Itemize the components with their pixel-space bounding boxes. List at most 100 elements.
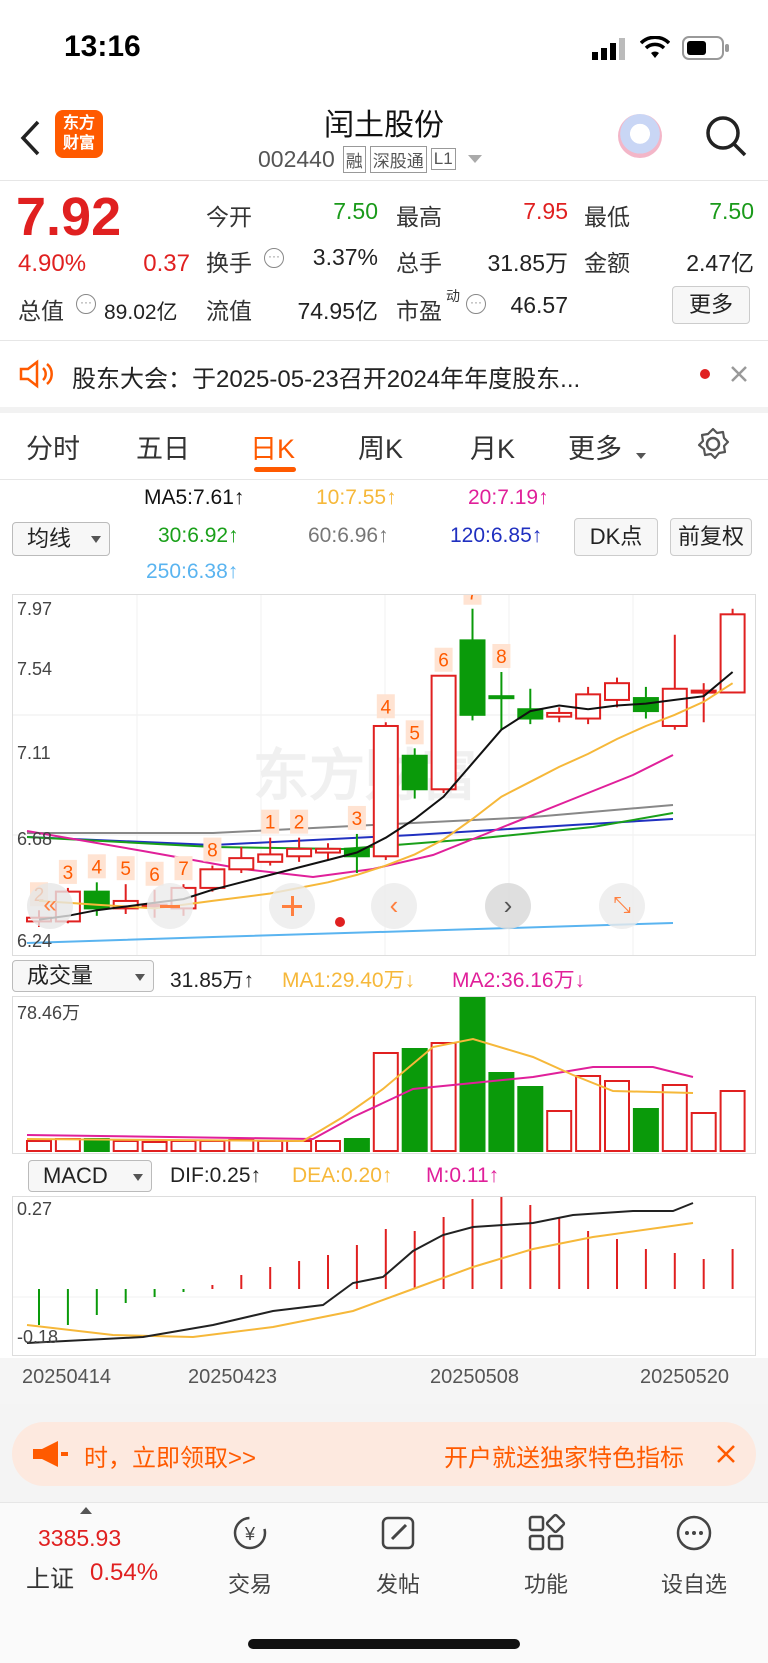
amount-value: 2.47亿 [686,250,754,276]
macd-chart[interactable]: 0.27 -0.18 [12,1196,756,1356]
chevron-down-icon[interactable] [467,155,482,163]
volume-indicator-select[interactable]: 成交量 [12,960,154,992]
volume-bar [83,1138,110,1152]
open-value: 7.50 [333,198,378,224]
nav-functions[interactable]: 功能 [496,1513,596,1599]
macd-dif-line [26,1202,694,1344]
macd-top-label: 0.27 [17,1199,53,1219]
ma120-value: 120:6.85↑ [450,524,543,547]
index-value: 3385.93 [38,1525,122,1551]
nav-add-watchlist-label: 设自选 [660,1572,727,1597]
volume-chart[interactable]: 78.46万 [12,994,756,1154]
sequence-mark: 8 [496,647,507,668]
amount-label: 金额 [584,250,630,276]
ma250-value: 250:6.38↑ [146,560,239,583]
macd-indicator-select[interactable]: MACD [28,1160,152,1192]
volume-bar [315,1140,341,1152]
stock-code: 002440 [258,145,335,172]
macd-bottom-label: -0.18 [17,1327,59,1347]
candle-body [286,847,313,858]
volume-bar [719,1090,746,1152]
candle-body [604,682,630,701]
low-label: 最低 [584,204,630,230]
tab-five-day[interactable]: 五日 [136,427,190,466]
close-icon[interactable] [730,365,748,383]
home-indicator [248,1639,520,1649]
tag-margin: 融 [342,145,366,173]
ma10-value: 10:7.55↑ [316,486,397,509]
grid-icon [528,1513,566,1551]
volume-bar [199,1140,226,1152]
edit-icon [381,1516,415,1550]
nav-post[interactable]: 发帖 [348,1513,448,1599]
nav-add-watchlist[interactable]: 设自选 [644,1513,744,1599]
tab-daily-k[interactable]: 日K [250,427,295,466]
nav-trade[interactable]: ¥ 交易 [200,1513,300,1599]
tab-monthly-k[interactable]: 月K [470,427,515,466]
more-button[interactable]: 更多 [672,286,750,324]
ma60-value: 60:6.96↑ [308,524,389,547]
float-label: 流值 [206,298,252,324]
index-widget[interactable]: 3385.93 上证 0.54% [18,1507,168,1597]
candle-body [488,695,515,700]
volume-header: 成交量 31.85万↑ MA1:29.40万↓ MA2:36.16万↓ [0,958,768,994]
zoom-in-button[interactable] [269,883,315,929]
notice-bar[interactable]: 股东大会：于2025-05-23召开2024年年度股东... [0,341,768,407]
rewind-button[interactable]: « [27,883,73,929]
forward-adjust-button[interactable]: 前复权 [670,518,752,556]
robot-assistant-icon[interactable] [618,114,662,158]
volume-bar [690,1112,717,1152]
candle-body [430,674,457,791]
trade-icon: ¥ [233,1516,267,1550]
open-label: 今开 [206,204,252,230]
more-icon [676,1515,712,1551]
promo-text-right: 开户就送独家特色指标 [444,1445,684,1472]
status-bar: 13:16 [0,0,768,90]
macd-dif: DIF:0.25↑ [170,1164,262,1187]
volume-value: 31.85万 [487,250,568,276]
tab-intraday[interactable]: 分时 [26,427,80,466]
current-price: 7.92 [16,187,122,247]
info-icon[interactable]: ··· [76,294,96,314]
macd-header: MACD DIF:0.25↑ DEA:0.20↑ M:0.11↑ [0,1158,768,1194]
signal-icon [592,38,625,60]
tab-weekly-k[interactable]: 周K [358,427,403,466]
volume-bar [26,1140,52,1152]
candle-body [546,711,573,718]
megaphone-icon [33,1441,68,1467]
tab-more[interactable]: 更多 [568,427,622,466]
candle-body [199,868,226,889]
info-icon[interactable]: ··· [264,248,284,268]
search-icon[interactable] [704,114,748,158]
change-amt: 0.37 [143,250,190,277]
volume-ma1: MA1:29.40万↓ [282,969,416,992]
status-time: 13:16 [64,30,141,63]
nav-trade-label: 交易 [227,1572,272,1597]
speaker-icon [19,359,53,389]
macd-dea-line [26,1222,694,1339]
low-value: 7.50 [709,198,754,224]
high-value: 7.95 [523,198,568,224]
float-value: 74.95亿 [297,298,378,324]
sequence-mark: 4 [381,697,392,718]
promo-banner[interactable]: 时，立即领取>> 开户就送独家特色指标 [12,1422,756,1486]
volume-svg [26,994,746,1152]
fullscreen-button[interactable]: ⤡ [599,883,645,929]
gear-icon[interactable] [696,427,730,461]
sequence-mark: 7 [467,595,478,605]
candle-body [690,689,717,694]
prev-button[interactable]: ‹ [371,883,417,929]
info-icon[interactable]: ··· [466,294,486,314]
ma-type-select[interactable]: 均线 [12,522,110,556]
volume-bar [141,1141,168,1152]
volume-bar [343,1138,370,1152]
volume-bar [459,994,486,1152]
dk-point-button[interactable]: DK点 [574,518,658,556]
close-icon[interactable] [716,1444,736,1464]
zoom-out-button[interactable] [147,883,193,929]
volume-bar [112,1140,139,1152]
volume-bar [632,1108,659,1152]
sequence-mark: 6 [438,651,449,672]
next-button[interactable]: › [485,883,531,929]
kline-chart[interactable]: 东方财富 234567812345678 7.97 7.54 7.11 6.68… [12,594,756,956]
